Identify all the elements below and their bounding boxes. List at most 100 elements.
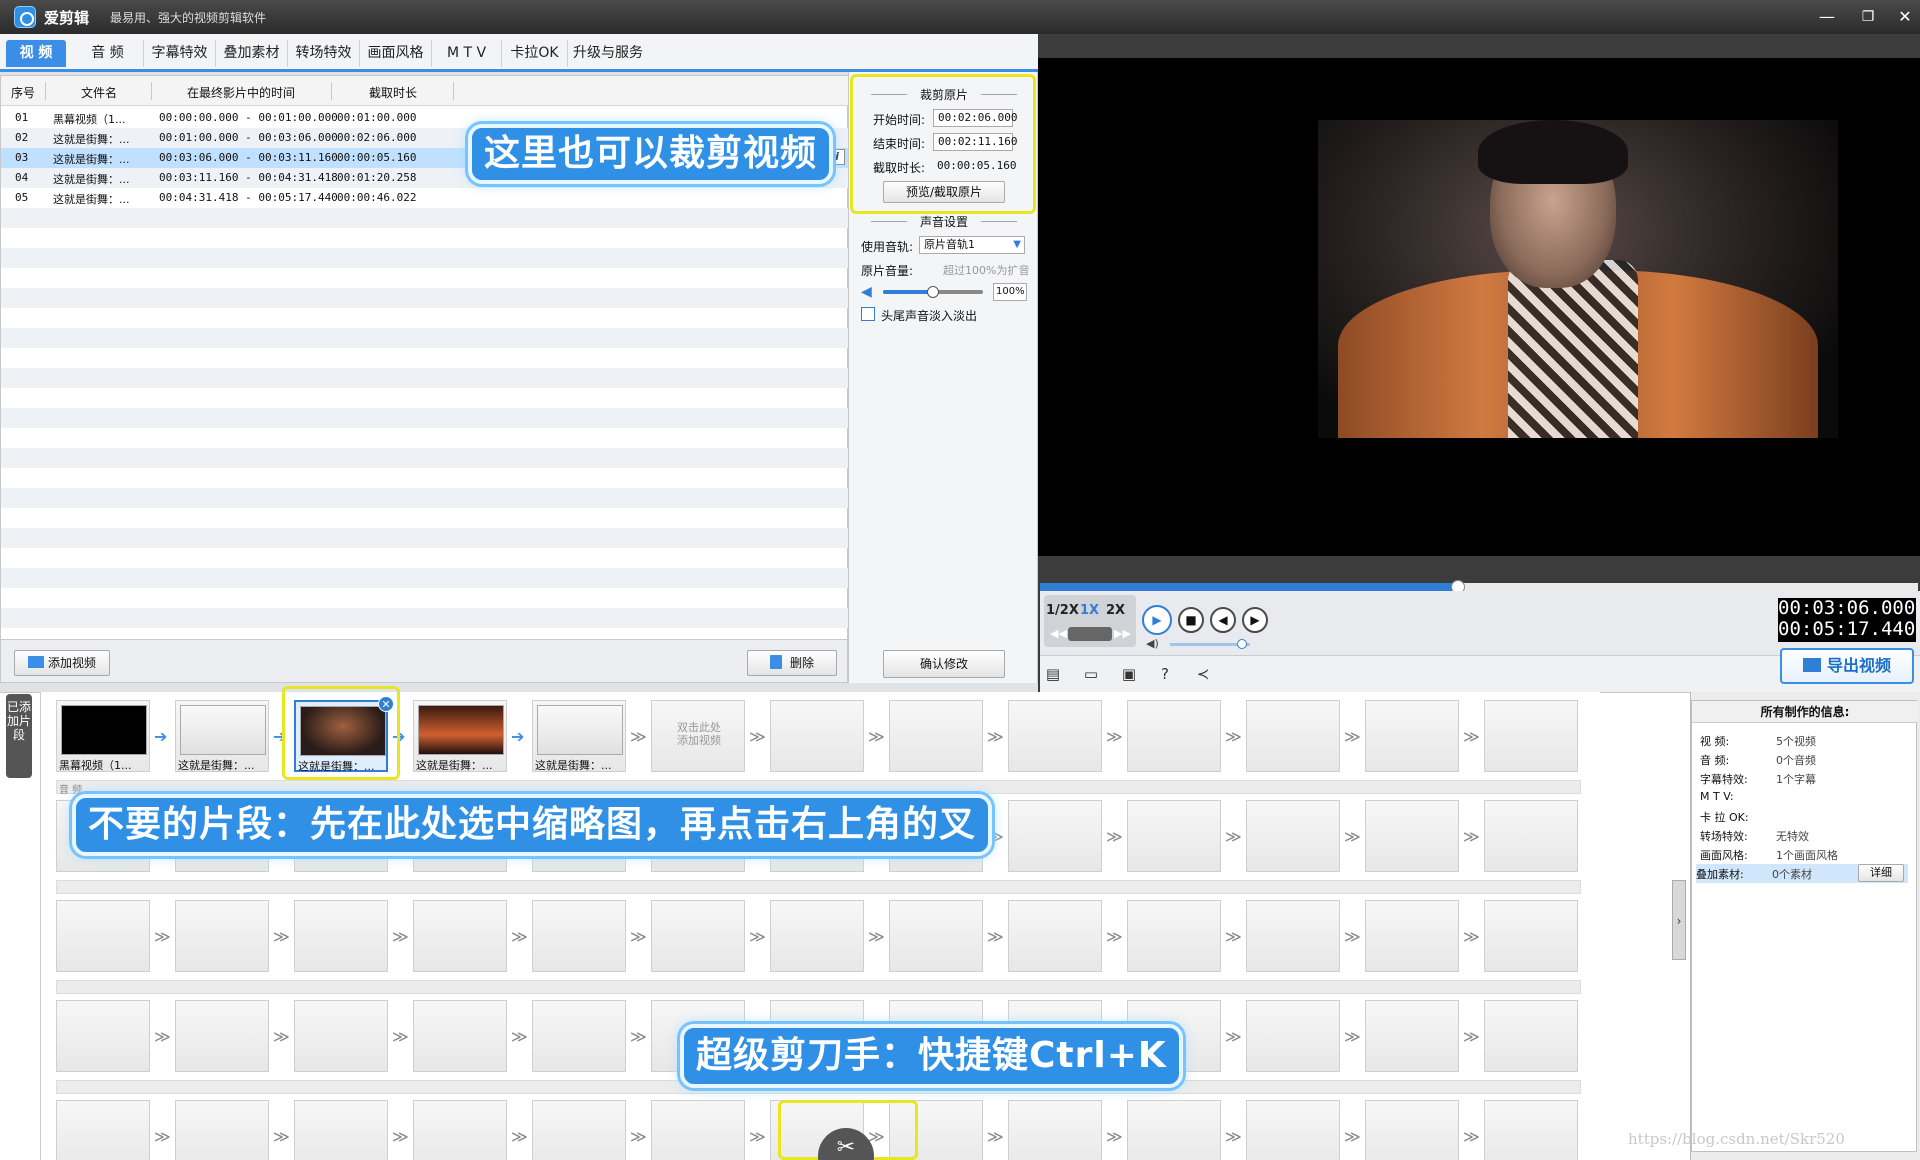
clip-thumbnail[interactable]: 这就是街舞：... (175, 700, 269, 772)
empty-slot[interactable] (175, 900, 269, 972)
empty-slot[interactable] (1127, 1100, 1221, 1160)
empty-slot[interactable] (1365, 900, 1459, 972)
empty-slot[interactable] (1127, 800, 1221, 872)
add-video-button[interactable]: 添加视频 (14, 650, 110, 676)
empty-slot[interactable] (532, 1100, 626, 1160)
empty-slot[interactable] (1484, 800, 1578, 872)
restore-icon[interactable]: ❐ (1857, 6, 1879, 28)
empty-slot[interactable] (1484, 1100, 1578, 1160)
volume-slider[interactable] (883, 286, 983, 298)
empty-slot[interactable] (1484, 700, 1578, 772)
empty-slot[interactable] (1246, 800, 1340, 872)
empty-slot[interactable] (175, 1100, 269, 1160)
empty-slot[interactable] (770, 900, 864, 972)
rewind-icon[interactable]: ◀◀ (1050, 627, 1067, 640)
empty-slot[interactable] (1008, 1100, 1102, 1160)
tab-karaoke[interactable]: 卡拉OK (502, 40, 568, 67)
close-icon[interactable]: ✕ (1894, 6, 1916, 28)
help-icon[interactable]: ? (1156, 666, 1174, 682)
empty-slot[interactable] (1365, 1000, 1459, 1072)
player-volume-handle[interactable] (1237, 639, 1247, 649)
tab-audio[interactable]: 音 频 (72, 40, 144, 67)
empty-slot[interactable] (1365, 700, 1459, 772)
audio-track-bar[interactable]: 音 频 (56, 780, 1581, 796)
empty-slot[interactable] (651, 1100, 745, 1160)
seek-bar[interactable] (1040, 580, 1918, 594)
table-row[interactable]: 05 这就是街舞：... 00:04:31.418 - 00:05:17.440 00… (1, 188, 849, 208)
clip-thumbnail[interactable]: 黑幕视频（1... (56, 700, 150, 772)
delete-button[interactable]: 删除 (747, 650, 837, 676)
collapse-panel-icon[interactable]: › (1672, 880, 1686, 960)
audio-track-bar[interactable] (56, 880, 1581, 894)
empty-slot[interactable] (1008, 700, 1102, 772)
tab-picture-style[interactable]: 画面风格 (360, 40, 432, 67)
empty-slot[interactable] (1246, 900, 1340, 972)
new-project-icon[interactable]: ▤ (1044, 666, 1062, 682)
empty-slot[interactable] (413, 1100, 507, 1160)
audio-track-bar[interactable] (56, 980, 1581, 994)
empty-slot[interactable] (651, 900, 745, 972)
speed-normal[interactable]: 1X (1080, 603, 1099, 618)
clip-thumbnail[interactable]: 这就是街舞：... (413, 700, 507, 772)
minimize-icon[interactable]: — (1816, 6, 1838, 28)
audio-track-select[interactable]: 原片音轨1 ▼ (919, 236, 1025, 254)
empty-slot[interactable] (56, 1100, 150, 1160)
empty-slot[interactable] (294, 1100, 388, 1160)
tab-transition[interactable]: 转场特效 (288, 40, 360, 67)
fade-checkbox[interactable] (861, 307, 875, 321)
empty-slot[interactable] (413, 1000, 507, 1072)
current-time: 00:03:06.000 (1778, 597, 1916, 619)
player-volume-slider[interactable] (1170, 639, 1250, 649)
total-time: 00:05:17.440 (1778, 618, 1916, 640)
open-folder-icon[interactable]: ▭ (1082, 666, 1100, 682)
speed-half[interactable]: 1/2X (1046, 603, 1079, 618)
play-icon[interactable]: ▶ (1142, 605, 1172, 635)
stop-icon[interactable]: ■ (1178, 607, 1204, 633)
empty-slot[interactable] (1246, 1000, 1340, 1072)
clip-thumbnail[interactable]: 这就是街舞：... (532, 700, 626, 772)
fast-forward-icon[interactable]: ▶▶ (1114, 627, 1131, 640)
save-icon[interactable]: ▣ (1120, 666, 1138, 682)
empty-slot[interactable] (889, 900, 983, 972)
tab-video[interactable]: 视 频 (6, 40, 66, 67)
tab-mtv[interactable]: M T V (432, 40, 502, 67)
speed-double[interactable]: 2X (1106, 603, 1125, 618)
empty-slot[interactable] (56, 1000, 150, 1072)
empty-slot[interactable] (770, 700, 864, 772)
empty-slot[interactable] (1484, 900, 1578, 972)
empty-slot[interactable] (413, 900, 507, 972)
detail-button[interactable]: 详细 (1858, 864, 1904, 882)
empty-slot[interactable] (1127, 900, 1221, 972)
empty-slot[interactable] (1127, 700, 1221, 772)
tab-subtitle-effects[interactable]: 字幕特效 (144, 40, 216, 67)
empty-slot[interactable] (1008, 900, 1102, 972)
tab-upgrade[interactable]: 升级与服务 (568, 40, 648, 67)
export-video-button[interactable]: 导出视频 (1780, 648, 1914, 684)
empty-slot[interactable] (1365, 800, 1459, 872)
empty-slot[interactable] (532, 1000, 626, 1072)
empty-slot[interactable] (1246, 1100, 1340, 1160)
list-stripe (1, 448, 849, 468)
tab-overlay[interactable]: 叠加素材 (216, 40, 288, 67)
empty-slot[interactable] (889, 700, 983, 772)
empty-slot[interactable] (175, 1000, 269, 1072)
empty-slot[interactable] (532, 900, 626, 972)
volume-value-field[interactable]: 100% (993, 283, 1027, 301)
next-frame-icon[interactable]: ▶ (1242, 607, 1268, 633)
empty-slot[interactable] (1246, 700, 1340, 772)
chevron-right-icon: ≫ (749, 727, 766, 746)
empty-slot[interactable] (1484, 1000, 1578, 1072)
empty-slot[interactable] (1008, 800, 1102, 872)
volume-slider-handle[interactable] (927, 286, 939, 298)
empty-slot[interactable] (294, 1000, 388, 1072)
shuttle-slider[interactable] (1068, 627, 1112, 641)
empty-slot[interactable] (294, 900, 388, 972)
confirm-button[interactable]: 确认修改 (883, 650, 1005, 678)
empty-slot[interactable] (1365, 1100, 1459, 1160)
add-video-slot[interactable]: 双击此处 添加视频 (651, 700, 745, 772)
empty-slot[interactable] (56, 900, 150, 972)
added-clips-tab[interactable]: 已添加片段 (6, 694, 32, 778)
info-key: 音 频: (1700, 754, 1730, 767)
share-icon[interactable]: ≺ (1194, 666, 1212, 682)
previous-frame-icon[interactable]: ◀ (1210, 607, 1236, 633)
